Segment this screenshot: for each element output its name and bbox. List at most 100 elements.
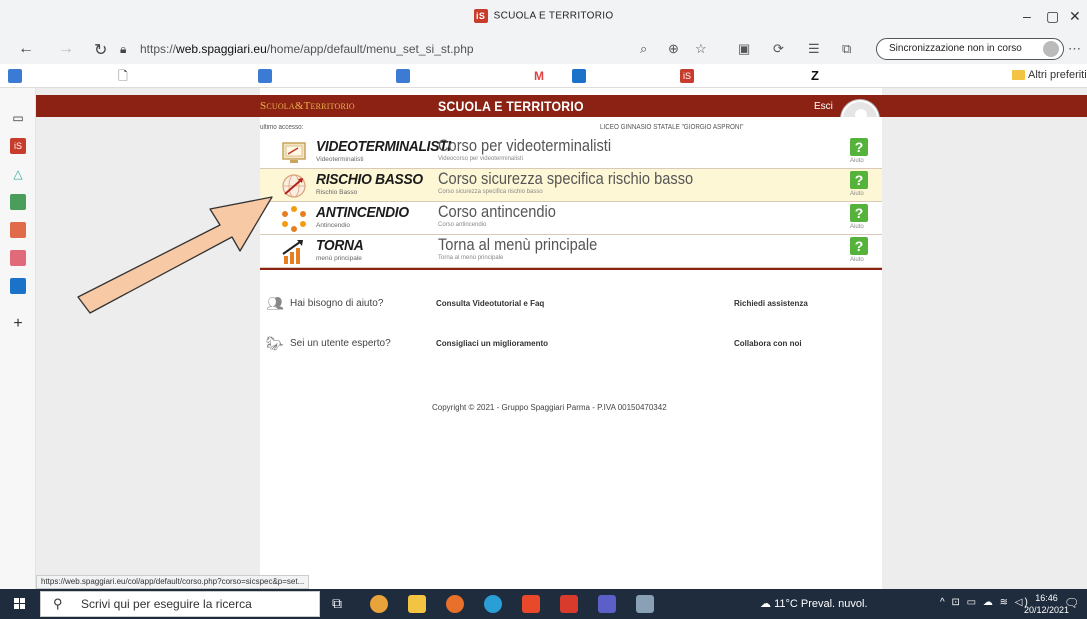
office-icon[interactable]	[522, 595, 540, 613]
edge-icon[interactable]	[484, 595, 502, 613]
expert-user-icon: 🐎︎	[266, 335, 284, 351]
menu-code: RISCHIO BASSO	[316, 171, 423, 188]
folder-icon	[1012, 70, 1025, 81]
task-view-icon[interactable]: ⧉	[332, 595, 350, 613]
restore-icon[interactable]: ▢	[1046, 8, 1059, 25]
menu-code-sub: Rischio Basso	[316, 189, 358, 196]
cloud-icon: ☁	[760, 598, 775, 610]
menu-code-sub: Videoterminalisti	[316, 156, 364, 163]
sidebar-spaggiari-icon[interactable]: iS	[10, 138, 26, 154]
photos-icon[interactable]	[636, 595, 654, 613]
firefox-icon[interactable]	[446, 595, 464, 613]
chrome-icon[interactable]	[370, 595, 388, 613]
forward-icon[interactable]: →	[58, 40, 74, 58]
taskbar-search[interactable]: ⚲ Scrivi qui per eseguire la ricerca	[40, 591, 320, 617]
read-aloud-icon[interactable]: ⌕	[640, 41, 647, 57]
help-icon[interactable]: ?	[850, 237, 868, 255]
fav-gmail-icon[interactable]: M	[532, 69, 546, 83]
menu-divider	[260, 268, 882, 270]
url-field[interactable]: https://web.spaggiari.eu/home/app/defaul…	[140, 42, 474, 56]
system-tray[interactable]: ^ ⊡ ▭ ☁ ≋ ◁)	[940, 597, 1030, 608]
help-label[interactable]: Aiuto	[850, 224, 864, 230]
menu-item-rischio-basso[interactable]: RISCHIO BASSO Rischio Basso Corso sicure…	[260, 169, 882, 202]
more-menu-icon[interactable]: ⋯	[1068, 41, 1081, 57]
help-icon[interactable]: ?	[850, 204, 868, 222]
sidebar-app-icon-3[interactable]	[10, 250, 26, 266]
menu-desc[interactable]: Torna al menù principale	[438, 235, 597, 255]
site-favicon-icon: iS	[473, 9, 488, 23]
copyright-text: Copyright © 2021 - Gruppo Spaggiari Parm…	[432, 403, 667, 412]
zoom-icon[interactable]: ⊕	[668, 41, 679, 57]
refresh-icon[interactable]: ↻	[94, 40, 107, 60]
tab-actions-icon[interactable]: ▭	[10, 110, 26, 126]
menu-desc[interactable]: Corso sicurezza specifica rischio basso	[438, 169, 693, 189]
menu-code-sub: menù principale	[316, 255, 362, 262]
sync-button[interactable]: Sincronizzazione non in corso	[876, 38, 1064, 60]
back-icon[interactable]: ←	[18, 40, 34, 58]
last-access-label: ultimo accesso:	[260, 124, 304, 131]
menu-desc[interactable]: Corso antincendio	[438, 202, 556, 222]
menu-item-videoterminalisti[interactable]: VIDEOTERMINALISTI Videoterminalisti Cors…	[260, 136, 882, 169]
minimize-icon[interactable]: –	[1023, 8, 1031, 24]
help-icon[interactable]: ?	[850, 171, 868, 189]
support-question: Sei un utente esperto?	[290, 338, 391, 349]
add-sidebar-icon[interactable]: +	[10, 316, 26, 332]
close-icon[interactable]: ✕	[1069, 8, 1081, 25]
monitor-icon	[282, 142, 306, 163]
fav-page-icon[interactable]: 🗋︎	[116, 69, 130, 83]
teams-icon[interactable]	[598, 595, 616, 613]
help-label[interactable]: Aiuto	[850, 191, 864, 197]
fav-mail-icon[interactable]	[572, 69, 586, 83]
sidebar-app-icon-2[interactable]	[10, 222, 26, 238]
refresh-extension-icon[interactable]: ⟳	[773, 41, 784, 57]
sidebar-mail-icon[interactable]	[10, 278, 26, 294]
support-row-expert: 🐎︎ Sei un utente esperto? Consigliaci un…	[260, 335, 882, 355]
logout-link[interactable]: Esci	[814, 101, 833, 112]
web-page: Scuola&Territorio SCUOLA E TERRITORIO Es…	[36, 88, 1087, 589]
annotation-arrow-icon	[77, 196, 273, 314]
menu-code: TORNA	[316, 237, 364, 254]
weather-widget[interactable]: ☁ 11°C Preval. nuvol.	[760, 597, 868, 610]
other-favorites[interactable]: Altri preferiti	[1012, 69, 1087, 81]
suggest-improvement-link[interactable]: Consigliaci un miglioramento	[436, 339, 548, 348]
notifications-icon[interactable]: 🗨︎	[1064, 596, 1080, 612]
fav-outlook-icon-2[interactable]	[258, 69, 272, 83]
taskbar: ⚲ Scrivi qui per eseguire la ricerca ⧉ ☁…	[0, 589, 1087, 619]
sidebar-drive-icon[interactable]: △	[10, 166, 26, 182]
menu-desc-sub: Corso sicurezza specifica rischio basso	[438, 189, 543, 195]
page-title: SCUOLA E TERRITORIO	[438, 98, 584, 114]
favorites-list-icon[interactable]: ☰	[808, 41, 820, 57]
site-header: Scuola&Territorio SCUOLA E TERRITORIO Es…	[36, 95, 1087, 117]
help-label[interactable]: Aiuto	[850, 158, 864, 164]
left-panel	[36, 88, 260, 589]
fav-outlook-icon-3[interactable]	[396, 69, 410, 83]
menu-desc-sub: Videocorso per videoterminalisti	[438, 156, 523, 162]
support-row-help: 👥︎ Hai bisogno di aiuto? Consulta Videot…	[260, 295, 882, 315]
menu-item-antincendio[interactable]: ANTINCENDIO Antincendio Corso antincendi…	[260, 202, 882, 235]
fav-spaggiari-icon[interactable]: iS	[680, 69, 694, 83]
brand-logo: Scuola&Territorio	[260, 100, 355, 112]
fav-z-icon[interactable]: Z	[808, 69, 822, 83]
window-titlebar: iS SCUOLA E TERRITORIO – ▢ ✕	[0, 0, 1087, 34]
collaborate-link[interactable]: Collabora con noi	[734, 339, 802, 348]
help-icon[interactable]: ?	[850, 138, 868, 156]
app-icon[interactable]	[560, 595, 578, 613]
sidebar-app-icon[interactable]	[10, 194, 26, 210]
lock-icon[interactable]: 🔒︎	[120, 42, 126, 57]
clock[interactable]: 16:46 20/12/2021	[1024, 592, 1069, 616]
menu-item-torna[interactable]: TORNA menù principale Torna al menù prin…	[260, 235, 882, 268]
collections-icon[interactable]: ⧉	[842, 41, 851, 57]
menu-desc[interactable]: Corso per videoterminalisti	[438, 136, 611, 156]
help-label[interactable]: Aiuto	[850, 257, 864, 263]
tutorial-faq-link[interactable]: Consulta Videotutorial e Faq	[436, 299, 544, 308]
favorite-star-icon[interactable]: ☆	[695, 41, 707, 57]
file-explorer-icon[interactable]	[408, 595, 426, 613]
menu-desc-sub: Torna al menù principale	[438, 255, 504, 261]
main-content: ultimo accesso: LICEO GINNASIO STATALE "…	[260, 117, 882, 589]
request-assistance-link[interactable]: Richiedi assistenza	[734, 299, 808, 308]
fire-icon	[282, 206, 306, 232]
fav-outlook-icon[interactable]	[8, 69, 22, 83]
extension-icon[interactable]: ▣	[738, 41, 750, 57]
windows-start-icon[interactable]	[14, 598, 26, 610]
globe-icon	[282, 174, 306, 198]
